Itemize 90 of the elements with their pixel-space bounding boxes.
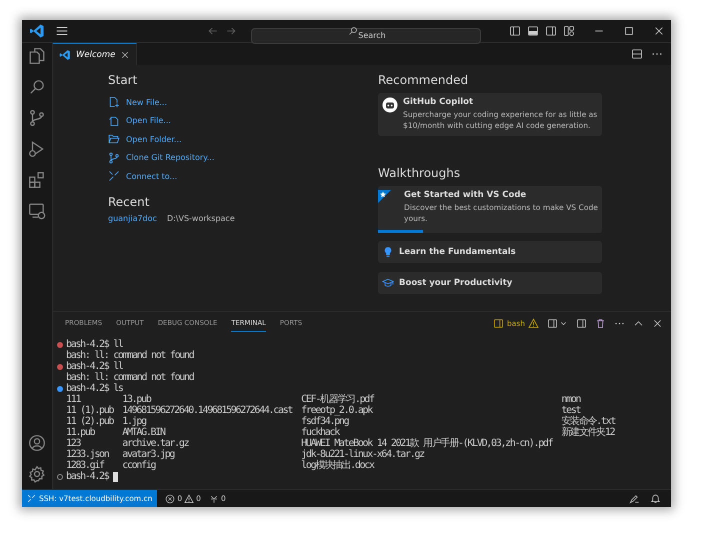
- search-field[interactable]: Search: [251, 28, 481, 44]
- toggle-sidebar-icon[interactable]: [509, 25, 521, 37]
- back-arrow-icon[interactable]: [207, 25, 219, 37]
- close-icon[interactable]: [653, 25, 665, 37]
- new-file-icon: [108, 96, 120, 108]
- editor-tab[interactable]: Welcome: [53, 43, 138, 65]
- maximize-icon[interactable]: [623, 25, 635, 37]
- source-control-icon[interactable]: [28, 109, 46, 127]
- toggle-secondary-sidebar-icon[interactable]: [545, 25, 557, 37]
- feedback-icon[interactable]: [629, 493, 640, 504]
- error-icon: [165, 494, 176, 504]
- card-title: GitHub Copilot: [403, 97, 474, 107]
- file-name: 新建文件夹12: [561, 427, 616, 438]
- start-link[interactable]: Connect to...: [108, 167, 328, 186]
- file-name: 安装命令.txt: [561, 416, 616, 427]
- terminal-icon: [492, 318, 504, 328]
- file-name: test: [561, 405, 582, 416]
- warning-icon: [528, 318, 539, 328]
- file-name: 1233.json: [66, 449, 110, 460]
- account-icon[interactable]: [28, 434, 46, 452]
- warning-icon: [184, 494, 194, 504]
- recent-link[interactable]: guanjia7doc: [108, 214, 157, 222]
- file-name: CEF-机器学习.pdf: [301, 394, 376, 405]
- file-name: nmon: [561, 394, 582, 405]
- vscode-logo-icon: [59, 48, 71, 60]
- card-title: Get Started with VS Code: [404, 190, 528, 200]
- file-name: HUAWEI MateBook 14 2021款 用户手册-(KLVD,03,zh-cn).pdf: [301, 438, 552, 449]
- vscode-logo-icon: [29, 23, 45, 39]
- forward-arrow-icon[interactable]: [225, 25, 237, 37]
- file-name: 123: [66, 438, 82, 449]
- toggle-panel-icon[interactable]: [527, 25, 539, 37]
- card-title: Boost your Productivity: [399, 278, 512, 288]
- start-link[interactable]: Open File...: [108, 112, 328, 130]
- extensions-icon[interactable]: [28, 171, 46, 189]
- terminal-line: bash-4.2$ ls: [66, 383, 123, 394]
- file-name: 1.jpg: [122, 416, 148, 427]
- run-debug-icon[interactable]: [28, 140, 46, 158]
- section-heading: Start: [108, 73, 138, 87]
- terminal-line: bash: ll: command not found: [66, 350, 194, 361]
- git-branch-icon: [108, 152, 120, 164]
- file-name: 149681596272640.149681596272644.cast: [122, 405, 292, 416]
- bell-icon[interactable]: [650, 493, 661, 504]
- file-name: 11 (1).pub: [66, 405, 114, 416]
- close-icon[interactable]: [652, 318, 663, 328]
- featured-star-icon: [378, 190, 391, 203]
- start-link[interactable]: Open Folder...: [108, 130, 328, 148]
- file-name: cconfig: [122, 460, 157, 471]
- settings-icon[interactable]: [28, 465, 46, 483]
- file-name: log模块抽出.docx: [301, 460, 376, 471]
- section-heading: Recent: [108, 194, 150, 208]
- terminal-line: bash-4.2$ ll: [66, 339, 123, 350]
- file-name: fuckhack: [301, 427, 340, 438]
- file-name: freeotp_2.0.apk: [301, 405, 372, 416]
- trash-icon[interactable]: [595, 318, 606, 328]
- antenna-icon: [208, 494, 219, 504]
- file-name: 11 (2).pub: [66, 416, 114, 427]
- mortarboard-icon: [382, 277, 394, 289]
- file-name: 13.pub: [122, 394, 152, 405]
- folder-icon: [108, 133, 120, 146]
- walkthrough-card[interactable]: Boost your Productivity: [378, 272, 602, 294]
- section-heading: Recommended: [378, 73, 470, 87]
- menu-icon[interactable]: [55, 24, 69, 38]
- close-icon[interactable]: [120, 50, 130, 60]
- file-name: avatar3.jpg: [122, 449, 176, 460]
- terminal-line: bash-4.2$ ll: [66, 361, 123, 372]
- file-name: 111: [66, 394, 82, 405]
- file-name: AMTAG.BIN: [122, 427, 166, 438]
- search-icon[interactable]: [28, 78, 46, 96]
- card-title: Learn the Fundamentals: [399, 247, 516, 257]
- file-name: fsdf34.png: [301, 416, 350, 427]
- file-name: 1283.gif: [66, 460, 104, 471]
- terminal-line: bash-4.2$: [66, 471, 108, 482]
- section-heading: Walkthroughs: [378, 166, 462, 180]
- start-link[interactable]: New File...: [108, 93, 328, 112]
- file-name: 11.pub: [66, 427, 95, 438]
- open-file-icon: [108, 114, 120, 127]
- lightbulb-icon: [382, 246, 394, 258]
- files-icon[interactable]: [28, 47, 46, 65]
- customize-layout-icon[interactable]: [563, 25, 575, 37]
- walkthrough-card[interactable]: Learn the Fundamentals: [378, 241, 602, 263]
- terminal-line: bash: ll: command not found: [66, 372, 194, 383]
- recent-path: D:\VS-workspace: [166, 214, 235, 222]
- search-icon: [348, 26, 358, 36]
- remote-explorer-icon[interactable]: [28, 202, 46, 220]
- split-terminal-icon[interactable]: [576, 318, 587, 328]
- file-name: jdk-8u221-linux-x64.tar.gz: [301, 449, 426, 460]
- split-terminal-icon[interactable]: [547, 318, 558, 328]
- split-editor-icon[interactable]: [631, 48, 643, 60]
- file-name: archive.tar.gz: [122, 438, 190, 449]
- start-link[interactable]: Clone Git Repository...: [108, 148, 328, 167]
